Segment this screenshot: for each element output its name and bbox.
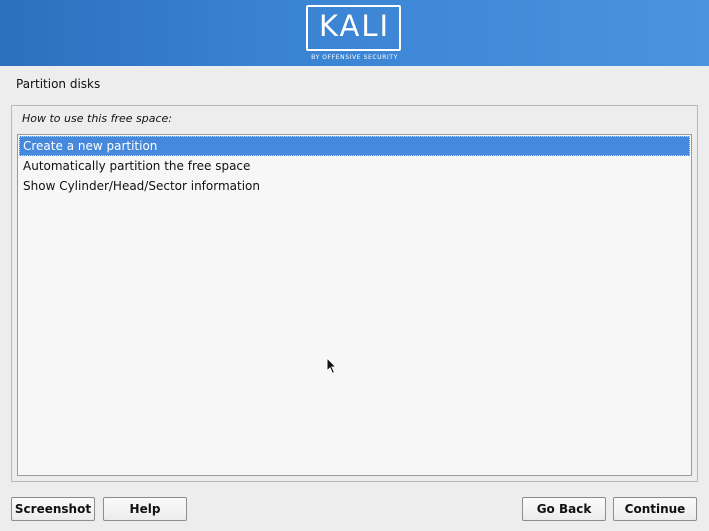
help-button[interactable]: Help — [103, 497, 187, 521]
kali-logo-subtext: BY OFFENSIVE SECURITY — [311, 54, 398, 61]
screenshot-button[interactable]: Screenshot — [11, 497, 95, 521]
option-show-chs-info[interactable]: Show Cylinder/Head/Sector information — [19, 176, 690, 196]
question-prompt: How to use this free space: — [22, 112, 172, 125]
kali-logo: KALI BY OFFENSIVE SECURITY — [305, 5, 404, 63]
go-back-button[interactable]: Go Back — [522, 497, 606, 521]
options-list[interactable]: Create a new partition Automatically par… — [17, 134, 692, 476]
page-title: Partition disks — [16, 77, 101, 91]
option-auto-partition-free-space[interactable]: Automatically partition the free space — [19, 156, 690, 176]
option-create-new-partition[interactable]: Create a new partition — [19, 136, 690, 156]
kali-banner: KALI BY OFFENSIVE SECURITY — [0, 0, 709, 66]
kali-logo-text: KALI — [318, 9, 391, 43]
continue-button[interactable]: Continue — [613, 497, 697, 521]
mouse-pointer-icon — [326, 357, 338, 375]
